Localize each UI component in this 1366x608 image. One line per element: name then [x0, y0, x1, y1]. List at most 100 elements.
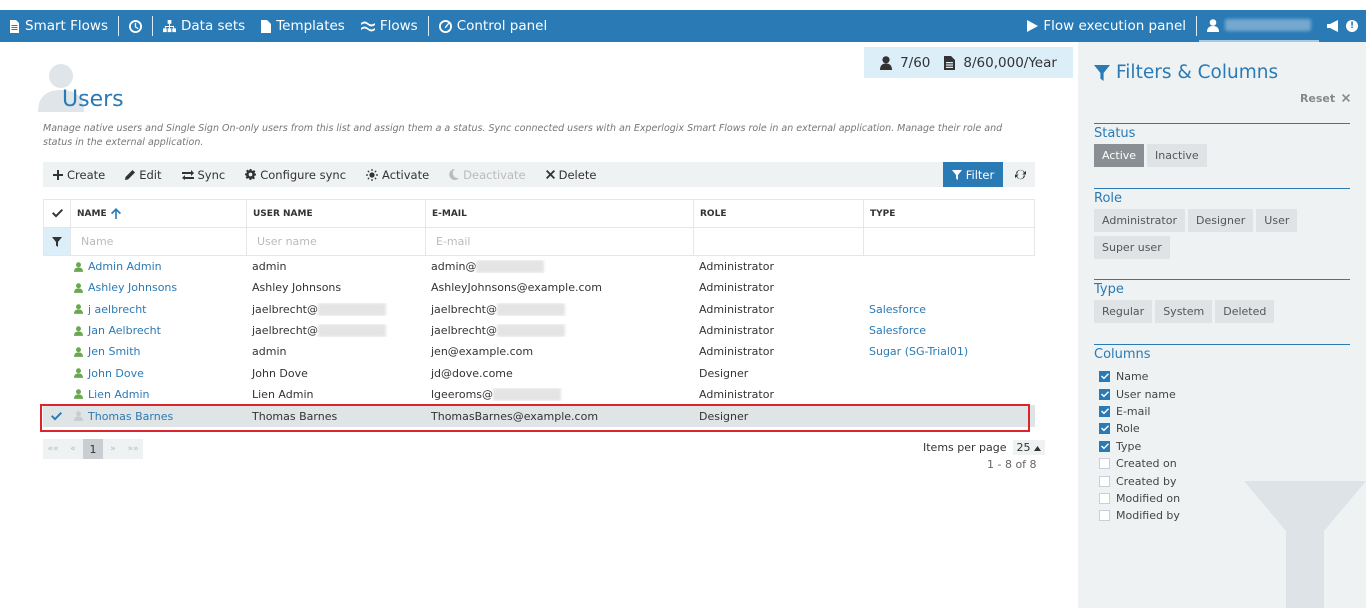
nav-datasets[interactable]: Data sets	[155, 18, 253, 34]
create-label: Create	[67, 167, 106, 182]
file-icon	[261, 19, 272, 33]
edit-button[interactable]: Edit	[115, 168, 171, 182]
filter-button[interactable]: Filter	[943, 162, 1003, 187]
nav-flow-execution-panel[interactable]: Flow execution panel	[1019, 18, 1194, 34]
first-page-button[interactable]: ««	[43, 439, 63, 459]
delete-button[interactable]: Delete	[536, 168, 607, 182]
column-header-type[interactable]: TYPE	[864, 200, 1034, 227]
cell-username: Lien Admin	[246, 388, 425, 401]
refresh-button[interactable]	[1008, 162, 1032, 187]
filter-row-toggle[interactable]	[44, 228, 71, 255]
nav-brand[interactable]: Smart Flows	[0, 18, 116, 34]
cell-type: Salesforce	[869, 302, 926, 316]
deactivate-button[interactable]: Deactivate	[439, 168, 535, 182]
column-toggle-item[interactable]: Role	[1099, 420, 1350, 437]
last-page-button[interactable]: »»	[123, 439, 143, 459]
column-checkbox[interactable]	[1099, 388, 1110, 400]
nav-flows[interactable]: Flows	[353, 18, 426, 34]
column-checkbox[interactable]	[1099, 371, 1110, 383]
nav-templates[interactable]: Templates	[253, 18, 353, 34]
column-header-name[interactable]: NAME	[71, 200, 247, 227]
role-filter-input[interactable]	[694, 228, 864, 255]
next-page-button[interactable]: »	[103, 439, 123, 459]
type-chip-deleted[interactable]: Deleted	[1215, 300, 1275, 323]
activate-button[interactable]: Activate	[356, 168, 439, 182]
select-all-checkbox[interactable]	[44, 200, 71, 227]
column-toggle-item[interactable]: Created by	[1099, 472, 1350, 489]
column-checkbox[interactable]	[1099, 492, 1110, 504]
cell-role: Administrator	[699, 302, 774, 316]
user-name-link[interactable]: John Dove	[88, 367, 144, 380]
role-chip-designer[interactable]: Designer	[1188, 209, 1254, 232]
cell-username: Ashley Johnsons	[246, 281, 425, 294]
column-toggle-item[interactable]: E-mail	[1099, 403, 1350, 420]
exchange-icon	[181, 169, 194, 180]
items-per-page-select[interactable]: 25	[1012, 440, 1046, 455]
user-name-link[interactable]: j aelbrecht	[88, 303, 146, 316]
column-toggle-item[interactable]: Created on	[1099, 455, 1350, 472]
table-row[interactable]: Jen Smith admin jen@example.com Administrat…	[43, 341, 1035, 362]
prev-page-button[interactable]: «	[63, 439, 83, 459]
results-range: 1 - 8 of 8	[987, 458, 1037, 471]
cell-name: Ashley Johnsons	[70, 281, 246, 294]
type-filter-input[interactable]	[864, 228, 1034, 255]
type-chip-regular[interactable]: Regular	[1094, 300, 1153, 323]
role-chip-super-user[interactable]: Super user	[1094, 236, 1170, 259]
cell-email: jaelbrecht@	[425, 302, 693, 316]
column-toggle-item[interactable]: Modified on	[1099, 490, 1350, 507]
table-row[interactable]: John Dove John Dove jd@dove.come Designer	[43, 362, 1035, 383]
nav-control-panel[interactable]: Control panel	[431, 18, 556, 34]
cell-name: Lien Admin	[70, 388, 246, 401]
cell-email: jaelbrecht@	[425, 324, 693, 338]
cell-email-text: jd@dove.come	[431, 366, 513, 380]
name-filter-input[interactable]: Name	[71, 228, 247, 255]
sync-button[interactable]: Sync	[172, 168, 236, 182]
announcements-button[interactable]: !	[1319, 20, 1366, 32]
sync-label: Sync	[197, 167, 226, 182]
column-header-email[interactable]: E-MAIL	[426, 200, 694, 227]
role-chip-user[interactable]: User	[1256, 209, 1298, 232]
redacted-text	[317, 302, 386, 316]
username-filter-input[interactable]: User name	[247, 228, 426, 255]
create-button[interactable]: Create	[43, 168, 115, 182]
status-chip-inactive[interactable]: Inactive	[1147, 144, 1207, 167]
page-button-current[interactable]: 1	[83, 439, 103, 459]
user-name-link[interactable]: Ashley Johnsons	[88, 281, 177, 294]
status-filter-section: Status Active Inactive	[1094, 123, 1350, 167]
email-filter-input[interactable]: E-mail	[426, 228, 694, 255]
cell-email-text: lgeeroms@	[431, 387, 494, 401]
status-chip-active[interactable]: Active	[1094, 144, 1145, 167]
column-header-username[interactable]: USER NAME	[247, 200, 426, 227]
user-name-link[interactable]: Jan Aelbrecht	[88, 324, 161, 337]
user-name-link[interactable]: Lien Admin	[88, 388, 149, 401]
column-checkbox[interactable]	[1099, 475, 1110, 487]
type-chip-system[interactable]: System	[1155, 300, 1213, 323]
column-checkbox-label: Role	[1116, 422, 1140, 436]
role-chip-administrator[interactable]: Administrator	[1094, 209, 1185, 232]
cell-role: Administrator	[699, 324, 774, 338]
column-toggle-item[interactable]: User name	[1099, 385, 1350, 402]
column-header-role[interactable]: ROLE	[694, 200, 864, 227]
history-button[interactable]	[121, 19, 150, 33]
table-row[interactable]: Admin Admin admin admin@ Administrator	[43, 256, 1035, 277]
user-name-link[interactable]: Admin Admin	[88, 260, 162, 273]
column-checkbox[interactable]	[1099, 510, 1110, 522]
column-checkbox[interactable]	[1099, 458, 1110, 470]
column-checkbox[interactable]	[1099, 423, 1110, 435]
reset-filters-button[interactable]: Reset	[1300, 92, 1350, 105]
table-row[interactable]: Jan Aelbrecht jaelbrecht@ jaelbrecht@ Admin…	[43, 320, 1035, 341]
table-row[interactable]: Lien Admin Lien Admin lgeeroms@ Administrat…	[43, 384, 1035, 405]
nav-divider	[117, 16, 119, 36]
column-checkbox[interactable]	[1099, 440, 1110, 452]
column-checkbox[interactable]	[1099, 405, 1110, 417]
table-row[interactable]: j aelbrecht jaelbrecht@ jaelbrecht@ Adminis…	[43, 299, 1035, 320]
column-toggle-item[interactable]: Modified by	[1099, 507, 1350, 524]
user-name-link[interactable]: Jen Smith	[88, 345, 141, 358]
column-toggle-item[interactable]: Name	[1099, 368, 1350, 385]
column-toggle-item[interactable]: Type	[1099, 438, 1350, 455]
table-row[interactable]: Ashley Johnsons Ashley Johnsons AshleyJohn…	[43, 277, 1035, 298]
cell-username-text: admin	[252, 345, 287, 359]
configure-sync-button[interactable]: Configure sync	[235, 168, 356, 182]
user-menu[interactable]	[1199, 10, 1319, 42]
type-chips: Regular System Deleted	[1094, 300, 1350, 323]
